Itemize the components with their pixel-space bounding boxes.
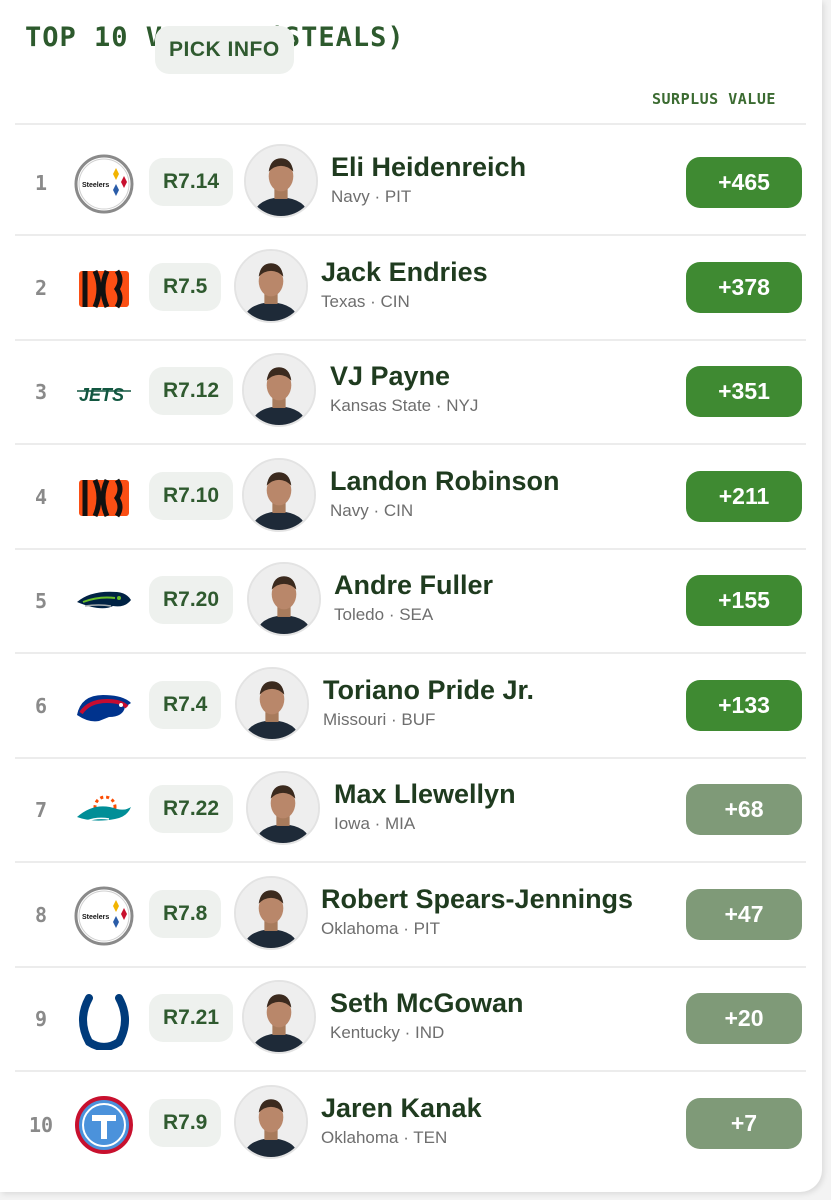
player-avatar [242, 457, 316, 532]
pittsburgh-steelers-logo: Steelers [73, 886, 135, 946]
player-name[interactable]: Jaren Kanak [321, 1093, 482, 1124]
player-school-team: Kentucky · IND [330, 1023, 445, 1042]
rank-number: 2 [34, 275, 48, 300]
pick-badge: R7.21 [149, 994, 234, 1042]
surplus-value-badge: +351 [686, 366, 802, 417]
pick-badge: R7.8 [149, 889, 222, 938]
svg-text:Steelers: Steelers [82, 914, 109, 921]
player-name[interactable]: Jack Endries [321, 257, 488, 288]
rank-number: 6 [34, 693, 48, 718]
pick-badge: R7.9 [149, 1098, 222, 1147]
svg-text:JETS: JETS [79, 385, 124, 405]
player-avatar [234, 248, 308, 323]
new-york-jets-logo: JETS [73, 363, 135, 423]
player-row[interactable]: 6 R7.4 Toriano Pride Jr. Missouri · BUF … [15, 655, 806, 759]
surplus-value-badge: +155 [686, 575, 802, 626]
player-school-team: Oklahoma · PIT [321, 918, 441, 938]
player-row[interactable]: 3 JETS R7.12 VJ Payne Kansas State · NYJ… [15, 341, 806, 445]
player-name[interactable]: Robert Spears-Jennings [321, 884, 633, 915]
pick-badge: R7.20 [149, 576, 234, 624]
player-avatar [247, 562, 321, 636]
pick-info-header: PICK INFO [155, 26, 294, 74]
player-name[interactable]: Max Llewellyn [334, 779, 516, 810]
rank-number: 5 [34, 589, 48, 613]
player-row[interactable]: 9 R7.21 Seth McGowan Kentucky · IND +20 [15, 968, 806, 1072]
surplus-value-badge: +68 [686, 784, 802, 835]
player-row[interactable]: 2 R7.5 Jack Endries Texas · CIN +378 [15, 237, 806, 341]
player-name[interactable]: Toriano Pride Jr. [323, 675, 534, 706]
player-name[interactable]: Andre Fuller [334, 570, 493, 601]
surplus-value-badge: +47 [686, 888, 802, 940]
player-name[interactable]: VJ Payne [330, 361, 450, 392]
indianapolis-colts-logo [73, 990, 135, 1050]
surplus-value-badge: +20 [686, 993, 802, 1044]
surplus-value-header: SURPLUS VALUE [652, 90, 776, 108]
player-school-team: Navy · CIN [330, 500, 414, 520]
surplus-value-badge: +378 [686, 261, 802, 313]
surplus-value-badge: +465 [686, 157, 802, 208]
rank-number: 1 [34, 171, 48, 195]
header-divider [15, 123, 806, 125]
player-name[interactable]: Landon Robinson [330, 466, 559, 497]
cincinnati-bengals-logo [73, 259, 135, 319]
seattle-seahawks-logo [73, 572, 135, 632]
player-school-team: Navy · PIT [331, 187, 412, 206]
pick-badge: R7.10 [149, 471, 234, 520]
player-avatar [242, 353, 316, 427]
player-school-team: Texas · CIN [321, 291, 410, 311]
steals-card: TOP 10 VALUES (STEALS) PICK INFO SURPLUS… [0, 0, 822, 1192]
surplus-value-badge: +211 [686, 470, 802, 522]
player-school-team: Toledo · SEA [334, 605, 434, 624]
player-row[interactable]: 4 R7.10 Landon Robinson Navy · CIN +211 [15, 446, 806, 550]
player-row[interactable]: 10 R7.9 Jaren Kanak Oklahoma · TEN +7 [15, 1073, 806, 1177]
player-avatar [246, 771, 320, 845]
pick-badge: R7.22 [149, 785, 234, 833]
svg-text:Steelers: Steelers [82, 182, 109, 189]
pick-badge: R7.12 [149, 367, 234, 415]
rank-number: 7 [34, 798, 48, 822]
pittsburgh-steelers-logo: Steelers [73, 154, 135, 214]
player-avatar [242, 980, 316, 1054]
player-row[interactable]: 5 R7.20 Andre Fuller Toledo · SEA +155 [15, 550, 806, 654]
player-avatar [234, 875, 308, 950]
rank-number: 8 [34, 902, 48, 927]
rank-number: 4 [34, 484, 48, 509]
player-name[interactable]: Seth McGowan [330, 988, 524, 1019]
surplus-value-badge: +7 [686, 1097, 802, 1149]
player-school-team: Missouri · BUF [323, 709, 436, 729]
player-row[interactable]: 7 R7.22 Max Llewellyn Iowa · MIA +68 [15, 759, 806, 863]
rank-number: 10 [28, 1112, 54, 1137]
player-avatar [234, 1084, 308, 1159]
player-name[interactable]: Eli Heidenreich [331, 152, 526, 183]
buffalo-bills-logo [73, 677, 135, 737]
tennessee-titans-logo [73, 1095, 135, 1155]
player-school-team: Iowa · MIA [334, 814, 416, 833]
pick-badge: R7.5 [149, 262, 222, 311]
player-school-team: Kansas State · NYJ [330, 396, 479, 415]
player-row[interactable]: 1 Steelers R7.14 Eli Heidenreich Navy · … [15, 132, 806, 236]
player-row[interactable]: 8 Steelers R7.8 Robert Spears-Jennings O… [15, 864, 806, 968]
pick-badge: R7.14 [149, 158, 234, 206]
pick-badge: R7.4 [149, 680, 222, 729]
player-avatar [244, 144, 318, 218]
miami-dolphins-logo [73, 781, 135, 841]
surplus-value-badge: +133 [686, 679, 802, 731]
cincinnati-bengals-logo [73, 468, 135, 528]
player-avatar [235, 666, 309, 741]
rank-number: 9 [34, 1007, 48, 1031]
rank-number: 3 [34, 380, 48, 404]
player-school-team: Oklahoma · TEN [321, 1127, 448, 1147]
